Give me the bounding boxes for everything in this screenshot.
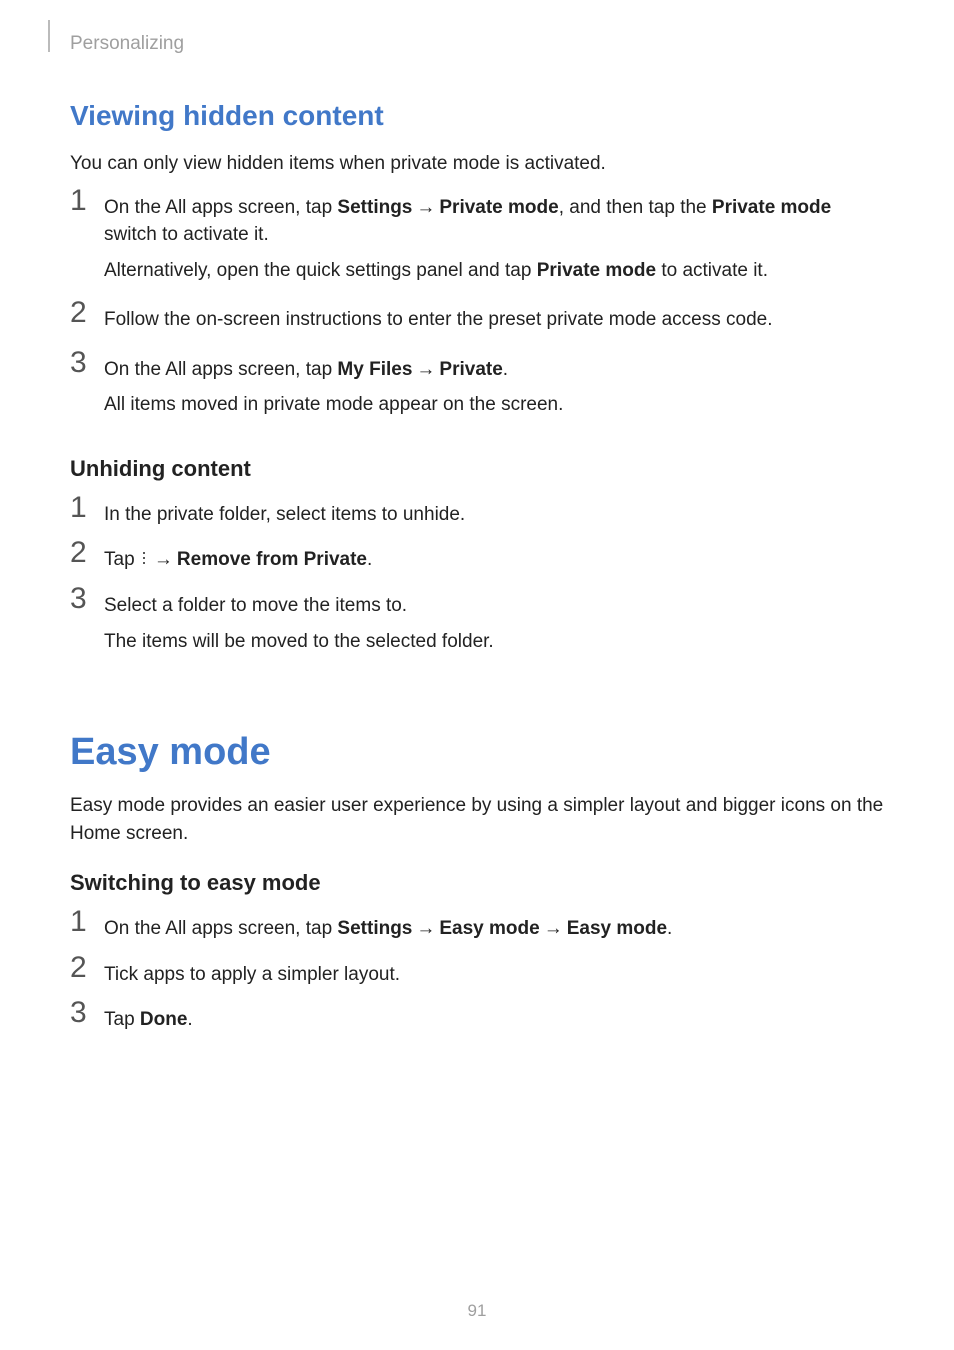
step-2: 2 Tick apps to apply a simpler layout.: [70, 961, 884, 989]
step-text: Tap →Remove from Private.: [104, 546, 884, 574]
step-subtext: The items will be moved to the selected …: [104, 628, 884, 656]
text: switch to activate it.: [104, 224, 269, 245]
text: On the All apps screen, tap: [104, 197, 337, 218]
bold-text: Private mode: [439, 197, 558, 218]
step-number: 2: [70, 538, 98, 568]
bold-text: Done: [140, 1009, 188, 1030]
steps-unhiding: 1 In the private folder, select items to…: [70, 501, 884, 655]
step-text: In the private folder, select items to u…: [104, 501, 884, 529]
page-number: 91: [0, 1299, 954, 1324]
steps-easy: 1 On the All apps screen, tap Settings→E…: [70, 915, 884, 1034]
step-3: 3 Select a folder to move the items to. …: [70, 592, 884, 655]
text: On the All apps screen, tap: [104, 918, 337, 939]
text: Alternatively, open the quick settings p…: [104, 260, 537, 281]
arrow-icon: →: [544, 915, 563, 943]
arrow-icon: →: [154, 546, 173, 574]
step-text: Follow the on-screen instructions to ent…: [104, 306, 884, 334]
intro-easy-mode: Easy mode provides an easier user experi…: [70, 792, 884, 847]
step-subtext: Alternatively, open the quick settings p…: [104, 257, 884, 285]
step-number: 3: [70, 348, 98, 378]
step-number: 3: [70, 584, 98, 614]
step-subtext: All items moved in private mode appear o…: [104, 391, 884, 419]
step-3: 3 Tap Done.: [70, 1006, 884, 1034]
step-number: 1: [70, 493, 98, 523]
bold-text: Settings: [337, 918, 412, 939]
step-number: 1: [70, 907, 98, 937]
text: .: [367, 549, 372, 570]
step-3: 3 On the All apps screen, tap My Files→P…: [70, 356, 884, 419]
step-text: On the All apps screen, tap My Files→Pri…: [104, 356, 884, 384]
text: to activate it.: [656, 260, 768, 281]
arrow-icon: →: [416, 915, 435, 943]
step-text: Tick apps to apply a simpler layout.: [104, 961, 884, 989]
bold-text: My Files: [337, 359, 412, 380]
text: , and then tap the: [559, 197, 712, 218]
bold-text: Private mode: [537, 260, 656, 281]
section-title-viewing: Viewing hidden content: [70, 96, 884, 137]
major-title-easy-mode: Easy mode: [70, 725, 884, 780]
step-2: 2 Follow the on-screen instructions to e…: [70, 306, 884, 334]
bold-text: Remove from Private: [177, 549, 367, 570]
bold-text: Private: [439, 359, 502, 380]
step-1: 1 On the All apps screen, tap Settings→E…: [70, 915, 884, 943]
step-number: 1: [70, 186, 98, 216]
text: Tap: [104, 549, 140, 570]
text: .: [503, 359, 508, 380]
intro-viewing: You can only view hidden items when priv…: [70, 150, 884, 178]
bold-text: Settings: [337, 197, 412, 218]
step-text: On the All apps screen, tap Settings→Pri…: [104, 194, 884, 249]
subsection-title-unhiding: Unhiding content: [70, 453, 884, 485]
arrow-icon: →: [416, 194, 435, 222]
text: .: [187, 1009, 192, 1030]
bold-text: Easy mode: [567, 918, 667, 939]
step-number: 2: [70, 298, 98, 328]
step-1: 1 On the All apps screen, tap Settings→P…: [70, 194, 884, 285]
text: .: [667, 918, 672, 939]
subsection-title-switching: Switching to easy mode: [70, 867, 884, 899]
step-text: On the All apps screen, tap Settings→Eas…: [104, 915, 884, 943]
bold-text: Private mode: [712, 197, 831, 218]
step-text: Select a folder to move the items to.: [104, 592, 884, 620]
text: Tap: [104, 1009, 140, 1030]
steps-viewing: 1 On the All apps screen, tap Settings→P…: [70, 194, 884, 419]
header-rule: [48, 20, 50, 52]
arrow-icon: →: [416, 356, 435, 384]
manual-page: Personalizing Viewing hidden content You…: [0, 0, 954, 1350]
step-1: 1 In the private folder, select items to…: [70, 501, 884, 529]
more-options-icon: [142, 552, 146, 566]
step-number: 3: [70, 998, 98, 1028]
breadcrumb: Personalizing: [70, 30, 884, 58]
step-number: 2: [70, 953, 98, 983]
text: On the All apps screen, tap: [104, 359, 337, 380]
step-text: Tap Done.: [104, 1006, 884, 1034]
step-2: 2 Tap →Remove from Private.: [70, 546, 884, 574]
bold-text: Easy mode: [439, 918, 539, 939]
